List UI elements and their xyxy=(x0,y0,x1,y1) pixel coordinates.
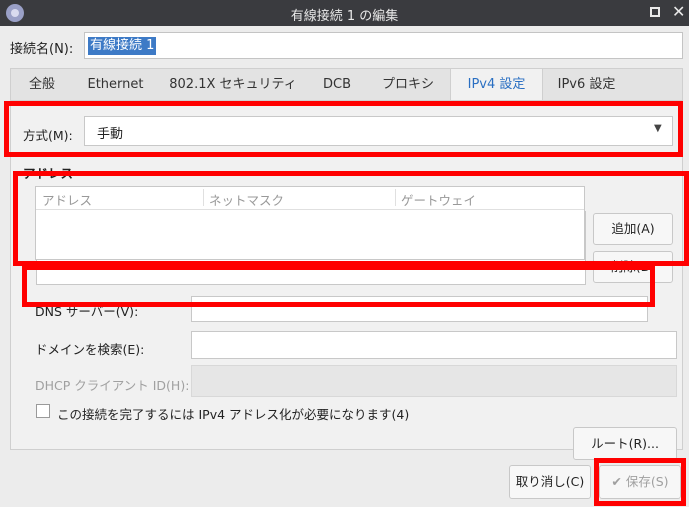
dhcp-client-id-input xyxy=(191,365,677,397)
window-titlebar: 有線接続 1 の編集 ✕ xyxy=(0,0,689,26)
maximize-icon[interactable] xyxy=(650,7,660,17)
cancel-button[interactable]: 取り消し(C) xyxy=(509,465,591,499)
highlight-box-addresses xyxy=(13,171,689,266)
connection-name-label: 接続名(N): xyxy=(10,42,74,57)
tab-ethernet[interactable]: Ethernet xyxy=(73,69,158,101)
require-ipv4-label: この接続を完了するには IPv4 アドレス化が必要になります(4) xyxy=(57,407,410,422)
edit-connection-dialog: 接続名(N): 有線接続 1 全般 Ethernet 802.1X セキュリティ… xyxy=(0,26,689,507)
tab-ipv4-settings[interactable]: IPv4 設定 xyxy=(450,69,543,101)
require-ipv4-checkbox[interactable] xyxy=(36,404,50,418)
tab-proxy[interactable]: プロキシ xyxy=(366,69,450,101)
highlight-box-save xyxy=(594,458,686,506)
connection-name-value: 有線接続 1 xyxy=(88,37,157,55)
highlight-box-dns xyxy=(22,265,655,307)
dhcp-client-id-label: DHCP クライアント ID(H): xyxy=(35,378,190,393)
tab-general[interactable]: 全般 xyxy=(11,69,73,101)
search-domains-label: ドメインを検索(E): xyxy=(35,342,145,357)
close-icon[interactable]: ✕ xyxy=(672,3,685,21)
routes-button[interactable]: ルート(R)... xyxy=(573,427,677,460)
highlight-box-method xyxy=(4,101,683,157)
search-domains-input[interactable] xyxy=(191,331,677,359)
tab-dcb[interactable]: DCB xyxy=(308,69,366,101)
tab-bar: 全般 Ethernet 802.1X セキュリティ DCB プロキシ IPv4 … xyxy=(10,68,683,101)
window-title: 有線接続 1 の編集 xyxy=(290,9,399,24)
tab-ipv6-settings[interactable]: IPv6 設定 xyxy=(541,69,632,101)
connection-name-input[interactable]: 有線接続 1 xyxy=(84,32,683,59)
tab-8021x-security[interactable]: 802.1X セキュリティ xyxy=(158,69,308,101)
